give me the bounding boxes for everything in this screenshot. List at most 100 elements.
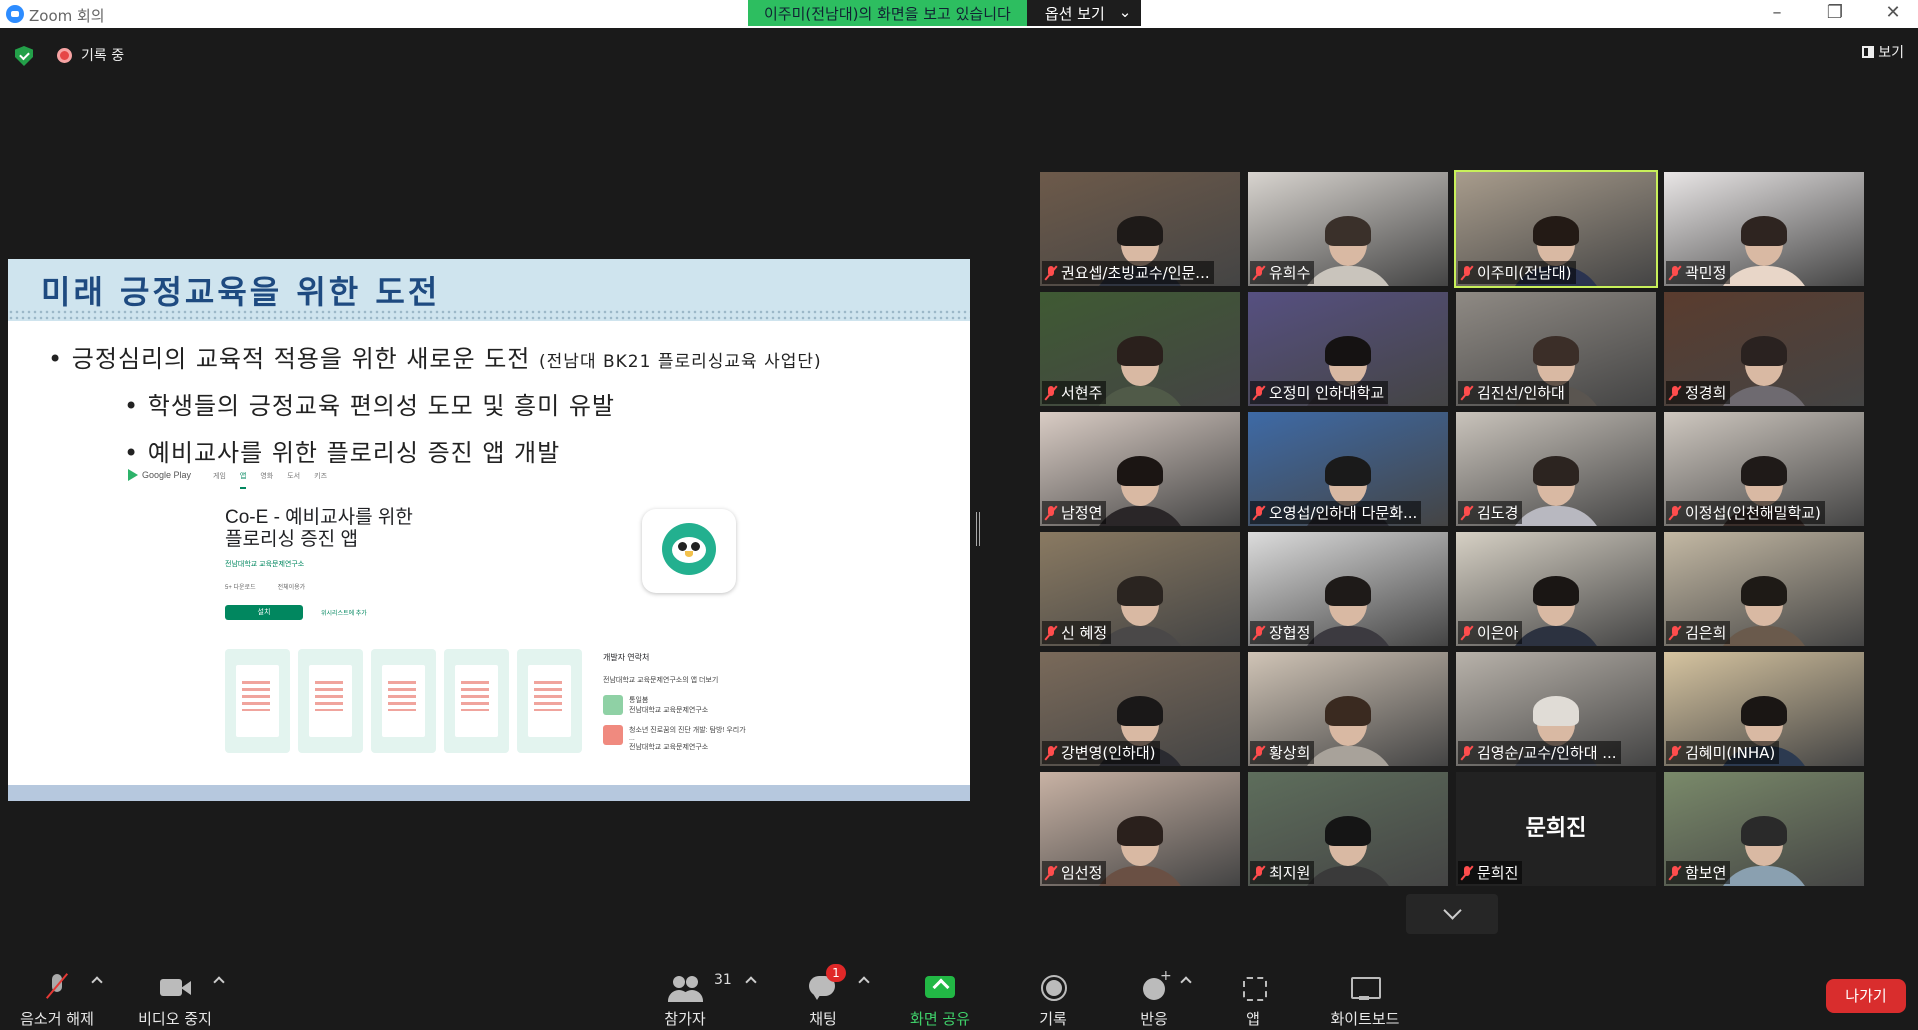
participant-gallery: 권요셉/초빙교수/인문... 유희수 이주미(전남대) 곽민정서현주 오정미 인하대학교… <box>1040 170 1864 886</box>
mic-muted-icon <box>1044 865 1058 881</box>
slide-sub-bullet: 예비교사를 위한 플로리싱 증진 앱 개발 <box>124 433 822 468</box>
whiteboard-label: 화이트보드 <box>1330 1010 1400 1028</box>
participants-button[interactable]: 31 참가자 <box>660 956 732 1030</box>
chat-options-caret[interactable] <box>858 976 870 988</box>
restore-icon[interactable]: ❐ <box>1824 2 1846 23</box>
mic-muted-icon <box>1460 625 1474 641</box>
security-shield-icon[interactable] <box>15 46 33 66</box>
participant-name: 이은아 <box>1477 624 1519 642</box>
participant-tile[interactable]: 신 혜정 <box>1040 532 1240 646</box>
participant-tile[interactable]: 김도경 <box>1456 412 1656 526</box>
more-app-name: 청소년 진로꿈의 진단 개발: 탐방! 우리가 ... <box>629 727 746 742</box>
participant-tile[interactable]: 권요셉/초빙교수/인문... <box>1040 172 1240 286</box>
app-title-line: Co-E - 예비교사를 위한 <box>225 507 413 528</box>
screen-share-banner: 이주미(전남대)의 화면을 보고 있습니다 옵션 보기 ⌄ <box>748 0 1142 26</box>
participant-tile[interactable]: 최지원 <box>1248 772 1448 886</box>
share-screen-icon <box>923 970 957 1004</box>
participant-name-plate: 곽민정 <box>1666 261 1731 284</box>
slide-bullet-main-text: 긍정심리의 교육적 적용을 위한 새로운 도전 <box>71 345 531 373</box>
view-options-button[interactable]: 옵션 보기 ⌄ <box>1026 0 1142 26</box>
participant-tile[interactable]: 김진선/인하대 <box>1456 292 1656 406</box>
slide-header: 미래 긍정교육을 위한 도전 <box>8 259 970 321</box>
apps-button[interactable]: 앱 <box>1236 956 1270 1030</box>
participant-name: 정경희 <box>1685 384 1727 402</box>
participant-name-plate: 김도경 <box>1458 501 1523 524</box>
stop-video-button[interactable]: 비디오 중지 <box>134 956 216 1030</box>
participant-tile[interactable]: 이정섭(인천해밀학교) <box>1664 412 1864 526</box>
participant-name-plate: 유희수 <box>1250 261 1315 284</box>
resize-handle[interactable] <box>976 512 980 546</box>
mic-muted-icon <box>1252 625 1266 641</box>
participant-tile[interactable]: 이주미(전남대) <box>1454 170 1658 288</box>
participant-name: 김도경 <box>1477 504 1519 522</box>
chevron-down-icon[interactable] <box>1406 894 1498 934</box>
mic-muted-icon <box>1460 385 1474 401</box>
participant-name: 곽민정 <box>1685 264 1727 282</box>
reactions-options-caret[interactable] <box>1180 976 1192 988</box>
participant-tile[interactable]: 문희진 문희진 <box>1456 772 1656 886</box>
participant-tile[interactable]: 이은아 <box>1456 532 1656 646</box>
participant-name-plate: 황상희 <box>1250 741 1315 764</box>
whiteboard-button[interactable]: 화이트보드 <box>1324 956 1406 1030</box>
app-screenshot <box>225 649 290 753</box>
participant-name-plate: 최지원 <box>1250 861 1315 884</box>
more-app-item: 통일봄 전남대학교 교육문제연구소 <box>603 695 753 715</box>
participant-tile[interactable]: 임선정 <box>1040 772 1240 886</box>
participant-tile[interactable]: 장협정 <box>1248 532 1448 646</box>
window-controls: – ❐ ✕ <box>1766 2 1904 23</box>
close-icon[interactable]: ✕ <box>1882 2 1904 23</box>
participant-name-plate: 이주미(전남대) <box>1458 261 1576 284</box>
participant-name-plate: 오영섭/인하대 다문화... <box>1250 501 1422 524</box>
wishlist-link: 위시리스트에 추가 <box>321 611 367 617</box>
participant-name: 김영순/교수/인하대 ... <box>1477 744 1617 762</box>
app-screenshot <box>517 649 582 753</box>
play-tab: 앱 <box>239 471 247 489</box>
more-app-name: 통일봄 <box>629 697 649 704</box>
participant-name: 오영섭/인하대 다문화... <box>1269 504 1418 522</box>
gallery-view-icon <box>1862 46 1875 58</box>
participant-tile[interactable]: 서현주 <box>1040 292 1240 406</box>
chat-button[interactable]: 1 채팅 <box>800 956 846 1030</box>
mic-muted-icon <box>1044 505 1058 521</box>
participant-name-plate: 김진선/인하대 <box>1458 381 1569 404</box>
participant-tile[interactable]: 김영순/교수/인하대 ... <box>1456 652 1656 766</box>
chat-unread-badge: 1 <box>826 964 846 982</box>
share-screen-button[interactable]: 화면 공유 <box>902 956 978 1030</box>
participant-tile[interactable]: 곽민정 <box>1664 172 1864 286</box>
participant-tile[interactable]: 김은희 <box>1664 532 1864 646</box>
mic-muted-icon <box>1044 745 1058 761</box>
participants-options-caret[interactable] <box>745 976 757 988</box>
participant-name-plate: 남정연 <box>1042 501 1107 524</box>
participant-tile[interactable]: 오영섭/인하대 다문화... <box>1248 412 1448 526</box>
unmute-button[interactable]: 음소거 해제 <box>16 956 98 1030</box>
participant-name: 유희수 <box>1269 264 1311 282</box>
minimize-icon[interactable]: – <box>1766 2 1788 23</box>
slide-bullet-main-note: (전남대 BK21 플로리싱교육 사업단) <box>539 352 822 372</box>
participant-tile[interactable]: 함보연 <box>1664 772 1864 886</box>
participant-tile[interactable]: 강변영(인하대) <box>1040 652 1240 766</box>
participant-name-plate: 임선정 <box>1042 861 1107 884</box>
participant-name: 김은희 <box>1685 624 1727 642</box>
record-button[interactable]: 기록 <box>1034 956 1072 1030</box>
app-screenshot <box>444 649 509 753</box>
meeting-controls: 음소거 해제 비디오 중지 31 참가자 1 채팅 화면 공유 기록 반응 앱 <box>0 956 1918 1030</box>
recording-icon[interactable] <box>57 48 72 63</box>
participant-tile[interactable]: 김혜미(INHA) <box>1664 652 1864 766</box>
video-camera-icon <box>158 970 192 1004</box>
app-screenshots <box>225 649 582 753</box>
participant-tile[interactable]: 오정미 인하대학교 <box>1248 292 1448 406</box>
leave-button[interactable]: 나가기 <box>1826 979 1906 1013</box>
view-button[interactable]: 보기 <box>1862 42 1904 62</box>
participant-name: 이주미(전남대) <box>1477 264 1572 282</box>
participant-name: 장협정 <box>1269 624 1311 642</box>
chat-icon: 1 <box>806 964 846 1004</box>
participant-tile[interactable]: 황상희 <box>1248 652 1448 766</box>
slide-sub-bullet: 학생들의 긍정교육 편의성 도모 및 흥미 유발 <box>124 386 822 421</box>
recording-label: 기록 중 <box>81 48 125 64</box>
participant-tile[interactable]: 정경희 <box>1664 292 1864 406</box>
participant-tile[interactable]: 남정연 <box>1040 412 1240 526</box>
whiteboard-icon <box>1348 970 1382 1004</box>
reactions-button[interactable]: 반응 <box>1134 956 1174 1030</box>
participant-tile[interactable]: 유희수 <box>1248 172 1448 286</box>
slide-footer <box>8 785 970 801</box>
